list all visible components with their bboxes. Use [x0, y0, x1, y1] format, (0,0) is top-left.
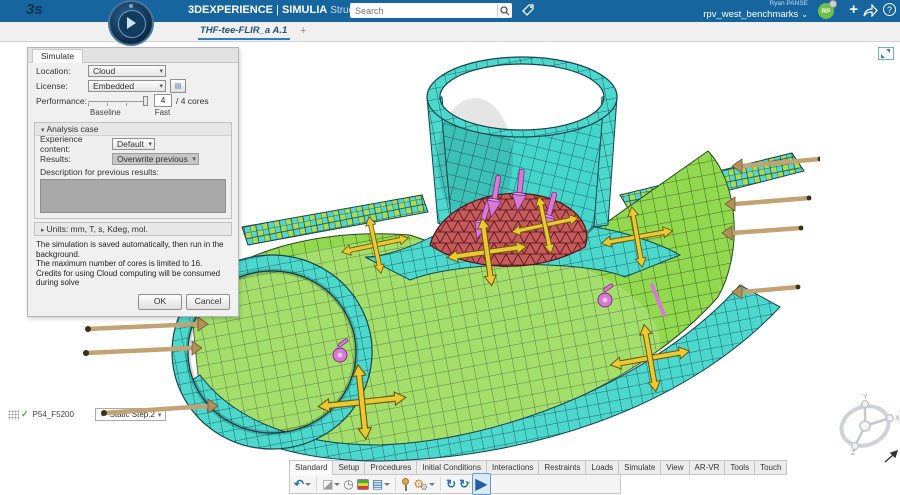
- brand-divider: |: [276, 4, 279, 16]
- search-bar[interactable]: [350, 3, 512, 18]
- slider-max-label: Fast: [154, 108, 171, 117]
- dropdown-caret[interactable]: [334, 482, 341, 486]
- compass-play-icon[interactable]: [127, 17, 136, 29]
- performance-slider[interactable]: [88, 95, 148, 107]
- cores-suffix: / 4 cores: [176, 95, 209, 106]
- app-window: 3s 3DEXPERIENCE | SIMULIA Structural Sce…: [0, 0, 900, 495]
- fullscreen-toggle[interactable]: [878, 47, 894, 60]
- location-label: Location:: [36, 65, 71, 76]
- results-select[interactable]: Overwrite previous: [112, 152, 199, 165]
- slider-min-label: Baseline: [90, 108, 121, 117]
- compass-north-nub: [129, 4, 133, 8]
- results-label: Results:: [40, 153, 71, 164]
- validate-icon[interactable]: ↻ ✓: [459, 476, 471, 492]
- dropdown-caret[interactable]: [305, 482, 312, 486]
- brand-simulia: SIMULIA: [281, 4, 328, 16]
- undo-icon[interactable]: ↶: [294, 476, 312, 492]
- toolbar-separator: [395, 477, 397, 491]
- slider-tick: [107, 102, 108, 106]
- action-bar: Standard Setup Procedures Initial Condit…: [289, 460, 788, 495]
- toolbar-separator: [316, 477, 318, 491]
- compass[interactable]: [108, 0, 154, 46]
- search-icon[interactable]: [497, 4, 512, 17]
- cores-input[interactable]: 4: [154, 94, 172, 107]
- diagnostic-probe-icon[interactable]: [401, 477, 410, 491]
- cancel-button[interactable]: Cancel: [186, 293, 230, 310]
- description-label: Description for previous results:: [40, 167, 160, 177]
- info-line: The maximum number of cores is limited t…: [36, 259, 203, 268]
- toolbar-separator: [440, 477, 442, 491]
- part-display-icon[interactable]: ◪: [322, 476, 341, 492]
- user-name: Ryan PANSE: [769, 0, 808, 7]
- info-line: Credits for using Cloud computing will b…: [36, 268, 221, 288]
- data-table-icon[interactable]: ▤: [372, 476, 391, 492]
- view-manipulation-arrow-icon[interactable]: [884, 450, 898, 463]
- brand-3dexperience: 3DEXPERIENCE: [188, 4, 273, 16]
- mesh-label: P54_F5200: [32, 410, 74, 419]
- simulate-dialog-tabs: Simulate: [28, 48, 238, 63]
- axis-triad[interactable]: Y X Z: [838, 392, 900, 458]
- tab-simulate[interactable]: Simulate: [32, 49, 84, 63]
- help-icon[interactable]: ?: [883, 3, 896, 16]
- document-tab[interactable]: THF-tee-FLIR_a A.1: [200, 25, 287, 36]
- avatar-initials: RP: [821, 7, 831, 15]
- new-tab-button[interactable]: +: [300, 25, 306, 37]
- slider-tick: [126, 102, 127, 106]
- performance-label: Performance:: [36, 95, 88, 106]
- info-line: The simulation is saved automatically, t…: [36, 240, 224, 259]
- action-bar-icons: ↶ ◪ ◷ ▤ ⚙ ⚙ ↻ ↻ ✓ ▶: [289, 473, 621, 495]
- triad-z-label: Z: [851, 450, 856, 457]
- slider-handle[interactable]: [143, 95, 148, 106]
- model-checks-icon[interactable]: ◷: [343, 476, 353, 492]
- avatar-status-badge: [829, 0, 837, 8]
- update-icon[interactable]: ↻: [446, 476, 456, 492]
- search-input[interactable]: [350, 5, 497, 16]
- workspace-dropdown[interactable]: rpv_west_benchmarks: [703, 9, 808, 20]
- run-simulation-icon[interactable]: ▶: [472, 473, 491, 495]
- location-select[interactable]: Cloud: [88, 64, 166, 77]
- ok-button[interactable]: OK: [138, 293, 182, 310]
- dropdown-caret[interactable]: [429, 482, 436, 486]
- check-icon: ✓: [21, 409, 29, 419]
- slider-track: [88, 100, 148, 102]
- license-details-button[interactable]: ▤: [170, 78, 186, 93]
- dropdown-caret[interactable]: [384, 482, 391, 486]
- avatar[interactable]: RP: [818, 0, 837, 19]
- triad-x-label: X: [895, 415, 900, 422]
- share-icon[interactable]: [863, 3, 878, 22]
- mesh-icon: [8, 409, 19, 420]
- contour-results-icon[interactable]: [356, 476, 369, 492]
- settings-gears-icon[interactable]: ⚙ ⚙: [413, 476, 436, 492]
- simulate-dialog: Simulate Location: Cloud License: Embedd…: [27, 47, 239, 317]
- user-block[interactable]: Ryan PANSE rpv_west_benchmarks: [703, 0, 808, 20]
- triad-y-label: Y: [863, 394, 868, 401]
- document-tab-underline: [198, 38, 290, 40]
- add-content-button[interactable]: +: [849, 1, 858, 18]
- license-select[interactable]: Embedded: [88, 79, 166, 92]
- analysis-case-group: Analysis case Experience content: Defaul…: [34, 122, 232, 219]
- license-label: License:: [36, 80, 68, 91]
- simulation-info-text: The simulation is saved automatically, t…: [36, 240, 230, 288]
- mesh-status-item[interactable]: ✓ P54_F5200: [8, 409, 74, 420]
- 3ds-logo[interactable]: 3s: [26, 1, 43, 18]
- experience-content-select[interactable]: Default: [112, 137, 155, 150]
- experience-content-label: Experience content:: [40, 133, 83, 154]
- slider-tick: [88, 102, 89, 106]
- description-textarea[interactable]: [40, 179, 226, 213]
- tag-icon[interactable]: [521, 3, 535, 17]
- units-section-header[interactable]: Units: mm, T, s, Kdeg, mol.: [34, 222, 232, 236]
